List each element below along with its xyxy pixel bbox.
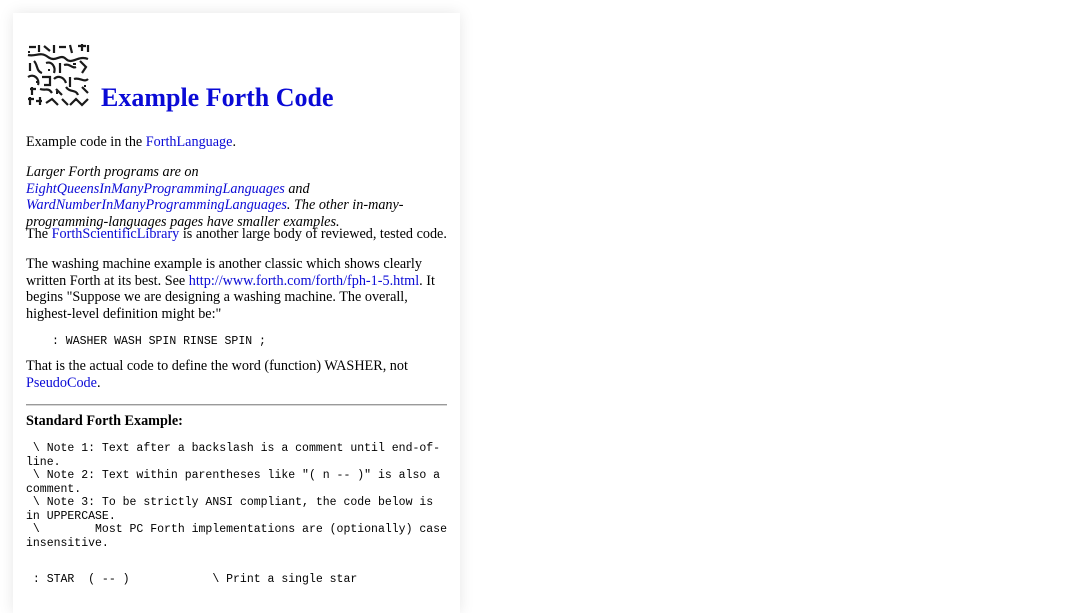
- washer-code-block: : WASHER WASH SPIN RINSE SPIN ;: [52, 335, 266, 348]
- star-code-block: : STAR ( -- ) \ Print a single star: [26, 573, 358, 586]
- forth-scientific-library-link[interactable]: ForthScientificLibrary: [52, 226, 180, 242]
- intro-text: Example code in the: [26, 134, 146, 150]
- standard-forth-heading: Standard Forth Example:: [26, 413, 183, 429]
- library-end: is another large body of reviewed, teste…: [179, 226, 447, 242]
- library-paragraph: The ForthScientificLibrary is another la…: [26, 226, 447, 243]
- notes-code-block: \ Note 1: Text after a backslash is a co…: [26, 442, 447, 550]
- intro-paragraph: Example code in the ForthLanguage.: [26, 134, 447, 151]
- wiki-logo-icon[interactable]: [26, 43, 92, 107]
- page-title: Example Forth Code: [101, 83, 334, 112]
- page-card: Example Forth Code Example code in the F…: [13, 13, 460, 613]
- larger-programs-paragraph: Larger Forth programs are on EightQueens…: [26, 164, 447, 230]
- larger-text: Larger Forth programs are on: [26, 164, 199, 180]
- library-text: The: [26, 226, 52, 242]
- title-row: Example Forth Code: [26, 13, 447, 113]
- forth-language-link[interactable]: ForthLanguage: [146, 134, 233, 150]
- washing-machine-paragraph: The washing machine example is another c…: [26, 256, 447, 322]
- larger-mid: and: [284, 180, 310, 197]
- eight-queens-link[interactable]: EightQueensInManyProgrammingLanguages: [26, 181, 285, 197]
- pseudo-code-link[interactable]: PseudoCode: [26, 375, 97, 391]
- ward-number-link[interactable]: WardNumberInManyProgrammingLanguages: [26, 197, 287, 213]
- actual-text: That is the actual code to define the wo…: [26, 358, 408, 374]
- page-content: Example Forth Code Example code in the F…: [26, 13, 447, 586]
- forth-com-link[interactable]: http://www.forth.com/forth/fph-1-5.html: [189, 273, 419, 289]
- intro-end: .: [232, 134, 236, 150]
- actual-end: .: [96, 374, 101, 391]
- actual-code-paragraph: That is the actual code to define the wo…: [26, 358, 447, 391]
- horizontal-rule: [26, 404, 447, 406]
